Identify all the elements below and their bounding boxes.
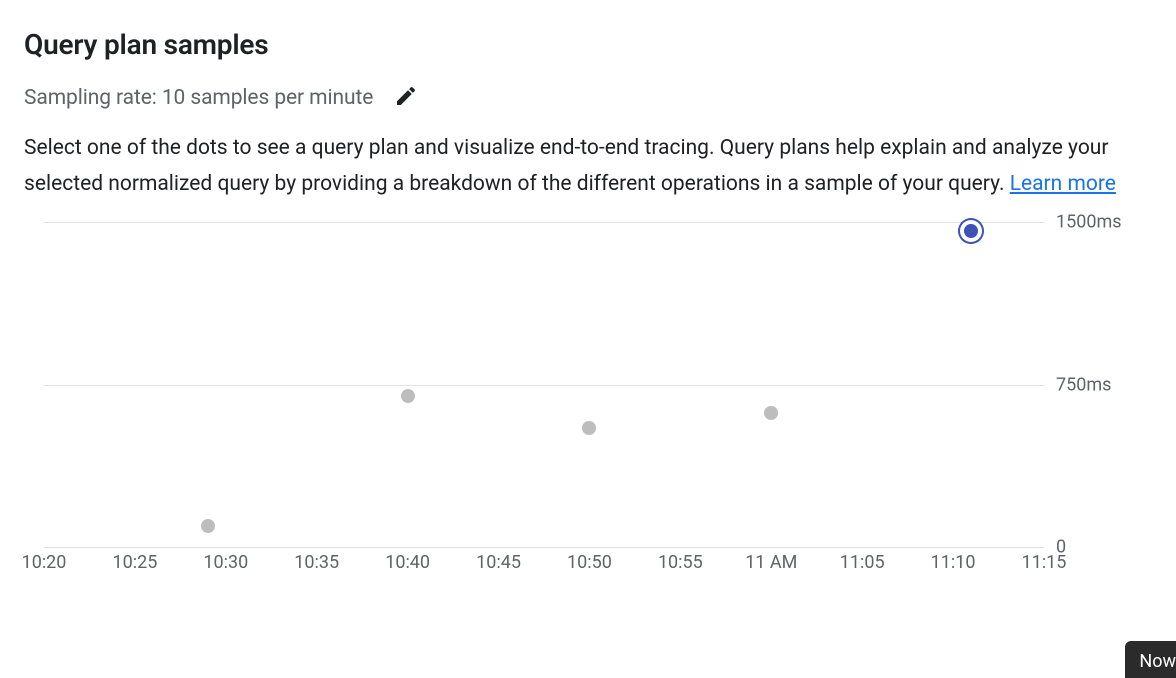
sample-dot[interactable] bbox=[201, 519, 215, 533]
chart-gridline bbox=[44, 222, 1044, 223]
chart-x-tick: 10:40 bbox=[385, 552, 430, 573]
sample-dot[interactable] bbox=[582, 421, 596, 435]
chart-x-tick: 10:30 bbox=[203, 552, 248, 573]
chart-x-tick: 10:25 bbox=[112, 552, 157, 573]
pencil-icon bbox=[394, 84, 418, 112]
chart-x-tick: 10:35 bbox=[294, 552, 339, 573]
learn-more-link[interactable]: Learn more bbox=[1010, 172, 1116, 196]
description: Select one of the dots to see a query pl… bbox=[24, 131, 1144, 202]
chart-y-tick: 750ms bbox=[1056, 374, 1111, 395]
now-button[interactable]: Now bbox=[1125, 641, 1176, 678]
sample-dot[interactable] bbox=[964, 224, 978, 238]
chart-gridline bbox=[44, 385, 1044, 386]
description-text: Select one of the dots to see a query pl… bbox=[24, 136, 1108, 196]
query-plan-samples-chart: 1500ms750ms0 10:2010:2510:3010:3510:4010… bbox=[24, 222, 1144, 582]
chart-x-tick: 10:55 bbox=[658, 552, 703, 573]
chart-y-tick: 1500ms bbox=[1056, 212, 1122, 233]
chart-x-tick: 10:45 bbox=[476, 552, 521, 573]
chart-x-tick: 11:05 bbox=[840, 552, 885, 573]
chart-x-tick: 10:50 bbox=[567, 552, 612, 573]
sample-dot[interactable] bbox=[401, 389, 415, 403]
edit-sampling-rate-button[interactable] bbox=[389, 81, 423, 115]
chart-x-tick: 11:15 bbox=[1022, 552, 1067, 573]
sample-dot[interactable] bbox=[764, 406, 778, 420]
chart-x-tick: 10:20 bbox=[22, 552, 67, 573]
section-title: Query plan samples bbox=[24, 28, 1152, 61]
chart-x-tick: 11 AM bbox=[745, 552, 797, 573]
chart-x-tick: 11:10 bbox=[931, 552, 976, 573]
chart-plot-area[interactable] bbox=[44, 222, 1044, 547]
chart-gridline bbox=[44, 547, 1044, 548]
sampling-rate-text: Sampling rate: 10 samples per minute bbox=[24, 86, 373, 110]
